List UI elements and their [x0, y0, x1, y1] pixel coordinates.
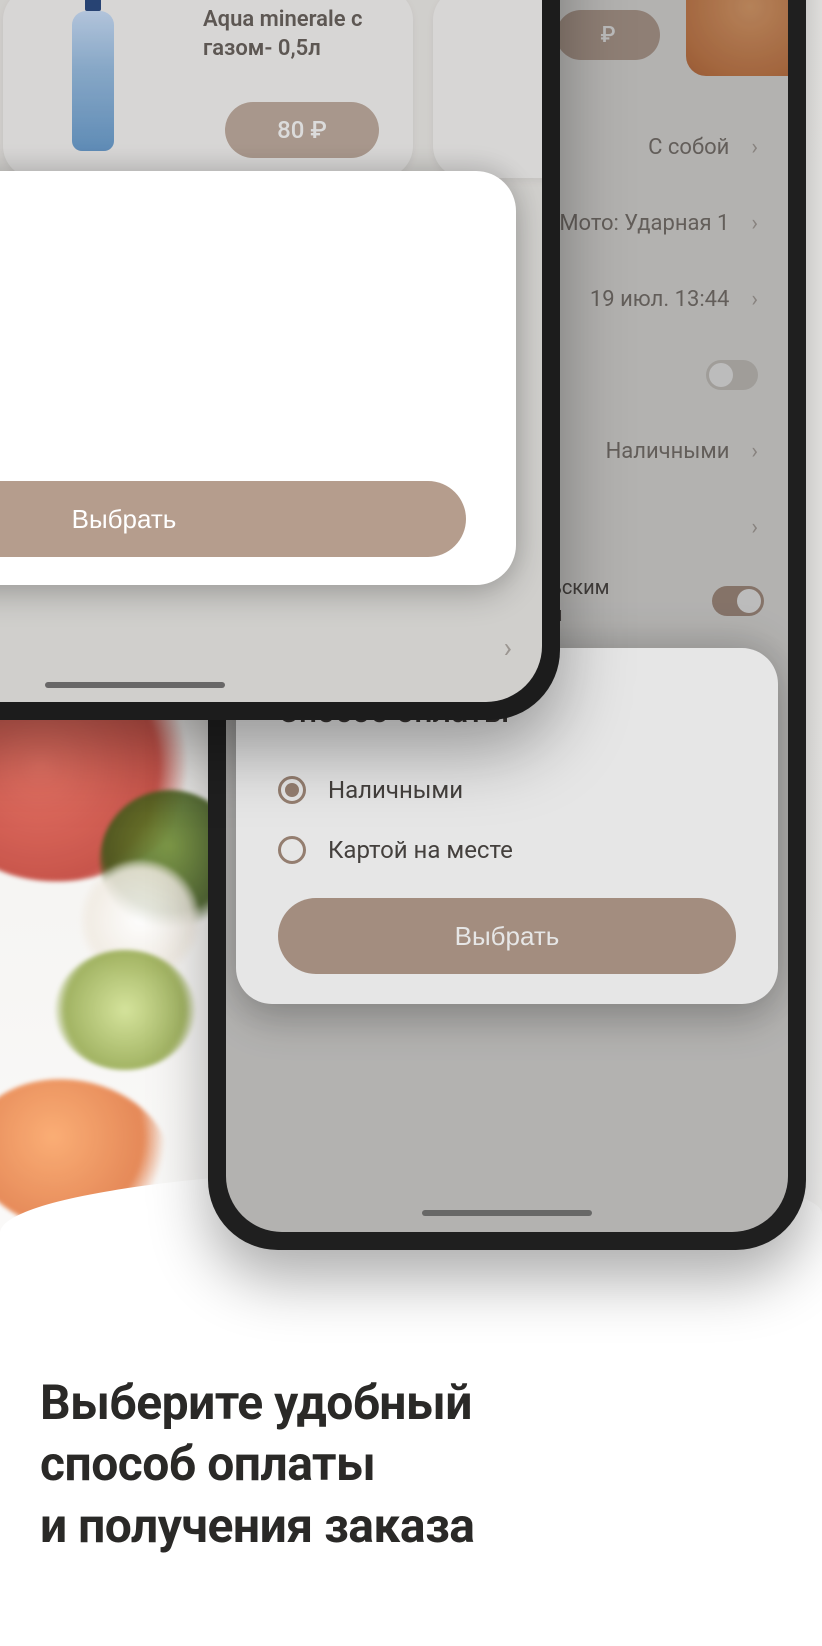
front-phone-frame: Aqua minerale с газом- 0,5л 80 ₽ Тип зак… [0, 0, 560, 720]
order-type-option-dinein[interactable]: На месте [0, 343, 466, 403]
product-image [23, 0, 163, 163]
radio-icon [278, 776, 306, 804]
chevron-right-icon: › [751, 287, 758, 312]
toggle-switch[interactable] [706, 360, 758, 390]
payment-option-label: Картой на месте [328, 836, 513, 864]
order-type-option-takeaway[interactable]: С собой [0, 283, 466, 343]
product-thumb [686, 0, 788, 76]
comment-row[interactable]: Комментарий › [0, 631, 512, 664]
order-type-value: С собой [648, 135, 729, 160]
payment-option-card[interactable]: Картой на месте [278, 820, 736, 880]
payment-option-label: Наличными [328, 776, 463, 804]
time-value: 19 июл. 13:44 [590, 287, 729, 312]
consent-toggle[interactable] [712, 586, 764, 616]
order-type-modal: Тип заказа С собой На месте Доставка Выб… [0, 171, 516, 585]
chevron-right-icon: › [504, 631, 512, 664]
payment-value: Наличными [606, 439, 730, 464]
order-type-select-button[interactable]: Выбрать [0, 481, 466, 557]
chevron-right-icon: › [751, 439, 758, 464]
back-price-value: ₽ [600, 23, 615, 48]
promo-headline: Выберите удобный способ оплаты и получен… [40, 1372, 782, 1556]
order-type-title: Тип заказа [0, 215, 466, 253]
decor-blob [55, 950, 195, 1070]
headline-line2: способ оплаты [40, 1433, 782, 1494]
order-type-option-delivery[interactable]: Доставка [0, 403, 466, 463]
home-indicator [45, 682, 225, 688]
radio-icon [278, 836, 306, 864]
product-price: 80 ₽ [277, 116, 327, 144]
product-card[interactable]: Aqua minerale с газом- 0,5л 80 ₽ [3, 0, 413, 178]
chevron-right-icon: › [751, 135, 758, 160]
product-name: Aqua minerale с газом- 0,5л [203, 6, 397, 63]
home-indicator [422, 1210, 592, 1216]
chevron-right-icon: › [751, 515, 758, 540]
product-price-pill[interactable]: 80 ₽ [225, 102, 379, 158]
front-phone-screen: Aqua minerale с газом- 0,5л 80 ₽ Тип зак… [0, 0, 542, 702]
back-price-pill[interactable]: ₽ [556, 10, 660, 60]
chevron-right-icon: › [751, 211, 758, 236]
product-card-next[interactable] [433, 0, 542, 178]
headline-line3: и получения заказа [40, 1495, 782, 1556]
payment-option-cash[interactable]: Наличными [278, 760, 736, 820]
location-value: -Мото: Ударная 1 [553, 211, 729, 236]
headline-line1: Выберите удобный [40, 1372, 782, 1433]
payment-select-button[interactable]: Выбрать [278, 898, 736, 974]
